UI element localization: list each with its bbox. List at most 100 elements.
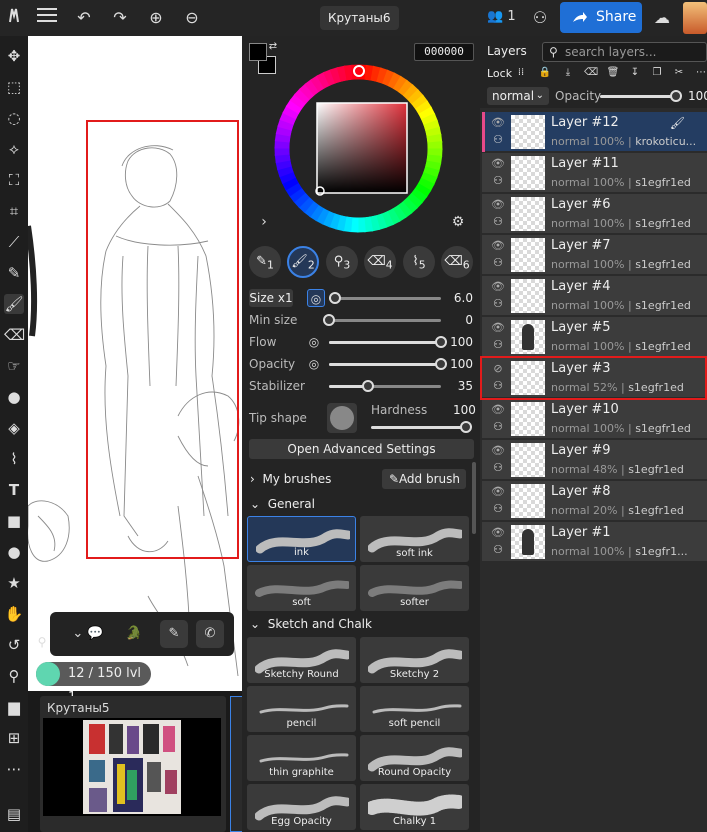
brush-card-thin-graphite[interactable]: thin graphite (247, 735, 356, 781)
brush-preset-4[interactable]: ⌫4 (364, 246, 396, 278)
star-icon[interactable]: ★ (4, 573, 24, 593)
zoom-in-icon[interactable]: ⊕ (144, 6, 168, 30)
opacity-pressure-icon[interactable]: ◎ (305, 355, 323, 373)
lock-transparency-icon[interactable]: ⁞⁞ (514, 66, 528, 80)
stabilizer-slider[interactable]: Stabilizer 35 (249, 377, 473, 395)
color-wheel[interactable] (274, 64, 443, 233)
add-user-icon[interactable]: ⚇ (528, 6, 552, 30)
brush-list-scrollbar[interactable] (472, 462, 476, 534)
blur-icon[interactable]: ● (4, 387, 24, 407)
marquee-icon[interactable]: ⬚ (4, 77, 24, 97)
add-brush-button[interactable]: ✎ Add brush (382, 469, 466, 489)
share-button[interactable]: Share (560, 2, 642, 33)
eye-icon[interactable]: 👁 (491, 157, 505, 170)
more-layer-icon[interactable]: ⋯ (694, 66, 707, 80)
search-canvas-icon[interactable]: ⚲ (30, 630, 54, 654)
brush-card-sketchy-2[interactable]: Sketchy 2 (360, 637, 469, 683)
layer-owner-icon[interactable]: ⚇ (491, 338, 505, 352)
hardness-knob[interactable] (460, 421, 472, 433)
brush-card-egg-opacity[interactable]: Egg Opacity (247, 784, 356, 830)
layer-owner-icon[interactable]: ⚇ (491, 133, 505, 147)
hardness-slider[interactable] (371, 421, 472, 433)
flow-slider[interactable]: Flow ◎ 100 (249, 333, 473, 351)
more-icon[interactable]: ⋯ (4, 759, 24, 779)
layer-row[interactable]: 👁 ⚇ Layer #1 normal 100% | s1egfr1... (482, 522, 707, 562)
pencil-icon[interactable]: ✎ (4, 263, 24, 283)
call-icon[interactable]: ✆ (196, 620, 224, 648)
menu-icon[interactable] (35, 6, 59, 30)
brush-preset-2[interactable]: 🖌2 (287, 246, 319, 278)
layers-tab[interactable]: Layers (487, 44, 527, 58)
brush-card-soft-ink[interactable]: soft ink (360, 516, 469, 562)
brush-card-soft[interactable]: soft (247, 565, 356, 611)
document-title[interactable]: Крутаны6 (320, 6, 399, 30)
layer-owner-icon[interactable]: ⚇ (491, 215, 505, 229)
zoom-icon[interactable]: ⚲ (4, 666, 24, 686)
chat-icon[interactable]: ▆ (4, 697, 24, 717)
blend-mode-select[interactable]: normal ⌄ (487, 87, 549, 105)
trash-icon[interactable]: 🗑 (606, 66, 620, 80)
lasso-icon[interactable]: ◌ (4, 108, 24, 128)
brush-preset-1[interactable]: ✎1 (249, 246, 281, 278)
layer-row[interactable]: 👁 ⚇ Layer #10 normal 100% | s1egfr1ed (482, 399, 707, 439)
eye-icon[interactable]: 👁 (491, 280, 505, 293)
layer-row[interactable]: 👁 ⚇ Layer #4 normal 100% | s1egfr1ed (482, 276, 707, 316)
brush-card-soft-pencil[interactable]: soft pencil (360, 686, 469, 732)
zoom-out-icon[interactable]: ⊖ (180, 6, 204, 30)
smudge-icon[interactable]: ☞ (4, 356, 24, 376)
layer-row[interactable]: 👁 ⚇ Layer #5 normal 100% | s1egfr1ed (482, 317, 707, 357)
layer-opacity-knob[interactable] (670, 90, 682, 102)
layer-opacity-slider[interactable] (600, 95, 676, 98)
brush-card-ink[interactable]: ink (247, 516, 356, 562)
color-settings-icon[interactable]: ⚙ (450, 214, 466, 230)
clear-layer-icon[interactable]: ⌫ (584, 66, 598, 80)
eye-icon[interactable]: 👁 (491, 321, 505, 334)
tip-shape-preview[interactable] (327, 403, 357, 433)
brush-card-pencil[interactable]: pencil (247, 686, 356, 732)
croc-sticker-icon[interactable]: 🐊 (120, 620, 148, 648)
primary-color-swatch[interactable] (249, 43, 267, 61)
merge-down-icon[interactable]: ⤓ (561, 66, 575, 80)
my-brushes-toggle[interactable]: › My brushes (250, 472, 331, 486)
app-logo-icon[interactable] (2, 6, 26, 30)
sketch-section-toggle[interactable]: ⌄ Sketch and Chalk (250, 617, 372, 631)
brush-chat-icon[interactable]: ✎ (160, 620, 188, 648)
opacity-slider[interactable]: Opacity ◎ 100 (249, 355, 473, 373)
document-thumbnail[interactable]: Крутаны5 (40, 696, 226, 832)
layer-owner-icon[interactable]: ⚇ (491, 543, 505, 557)
expand-color-icon[interactable]: › (256, 214, 272, 230)
layer-owner-icon[interactable]: ⚇ (491, 461, 505, 475)
general-section-toggle[interactable]: ⌄ General (250, 497, 315, 511)
hex-color-input[interactable]: 000000 (414, 43, 474, 61)
eye-icon[interactable]: 👁 (491, 116, 505, 129)
fill-icon[interactable]: ◈ (4, 418, 24, 438)
grid-icon[interactable]: ⊞ (4, 728, 24, 748)
layer-owner-icon[interactable]: ⚇ (491, 297, 505, 311)
lasso-poly-icon[interactable]: ⟡ (4, 139, 24, 159)
eye-icon[interactable]: 👁 (491, 403, 505, 416)
layer-row[interactable]: 👁 ⚇ Layer #7 normal 100% | s1egfr1ed (482, 235, 707, 275)
brush-card-sketchy-round[interactable]: Sketchy Round (247, 637, 356, 683)
mascot-icon[interactable]: ☁ (650, 6, 674, 30)
move-down-icon[interactable]: ↧ (628, 66, 642, 80)
layer-owner-icon[interactable]: ⚇ (491, 174, 505, 188)
eye-icon[interactable]: 👁 (491, 198, 505, 211)
clip-icon[interactable]: ✂ (672, 66, 686, 80)
brush-icon[interactable]: 🖌 (4, 294, 24, 314)
eyedropper-icon[interactable]: ⟋ (4, 232, 24, 252)
text-icon[interactable]: T (4, 480, 24, 500)
layer-row[interactable]: 👁 ⚇ Layer #6 normal 100% | s1egfr1ed (482, 194, 707, 234)
layer-row[interactable]: 👁 ⚇ Layer #8 normal 20% | s1egfr1ed (482, 481, 707, 521)
layer-search-input[interactable]: ⚲ search layers... (542, 42, 707, 62)
rotate-icon[interactable]: ↺ (4, 635, 24, 655)
crop-icon[interactable]: ⌗ (4, 201, 24, 221)
selection-brush-icon[interactable]: ⌇ (4, 449, 24, 469)
open-advanced-settings-button[interactable]: Open Advanced Settings (249, 439, 474, 459)
avatar[interactable] (683, 2, 707, 34)
layer-row[interactable]: 👁 ⚇ Layer #11 normal 100% | s1egfr1ed (482, 153, 707, 193)
eye-icon[interactable]: 👁 (491, 526, 505, 539)
layer-row[interactable]: 👁 ⚇ Layer #9 normal 48% | s1egfr1ed (482, 440, 707, 480)
eye-icon[interactable]: 👁 (491, 444, 505, 457)
min-size-slider[interactable]: Min size 0 (249, 311, 473, 329)
brush-preset-5[interactable]: ⌇5 (403, 246, 435, 278)
